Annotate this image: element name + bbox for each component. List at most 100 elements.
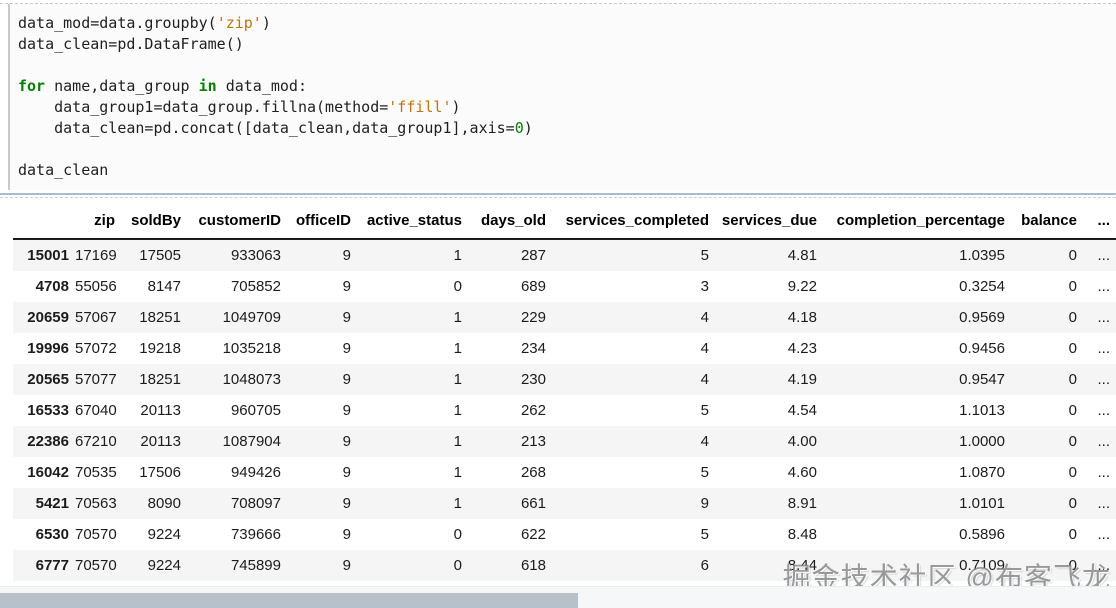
table-cell: 9: [342, 495, 351, 512]
table-cell: 739666: [230, 526, 281, 543]
table-cell: 268: [520, 464, 546, 481]
table-cell: 4: [700, 340, 709, 357]
table-cell: 0: [1068, 402, 1077, 419]
row-index: 6530: [35, 526, 69, 543]
table-cell: 1087904: [222, 433, 281, 450]
column-header: soldBy: [121, 198, 187, 240]
table-cell: 0.9456: [959, 340, 1005, 357]
table-row: 22386 67210 20113 1087904 9 1 213 4 4.00 1.0000 0.…: [13, 426, 1116, 457]
table-cell: 0: [453, 526, 462, 543]
table-cell: 8147: [147, 278, 181, 295]
table-cell: 0.9547: [959, 371, 1005, 388]
table-cell: ...: [1097, 433, 1110, 450]
table-cell: 1.0000: [959, 433, 1005, 450]
table-cell: 9: [342, 402, 351, 419]
table-cell: 4.54: [787, 402, 817, 419]
table-cell: 0: [453, 278, 462, 295]
table-row: 19996 57072 19218 1035218 9 1 234 4 4.23 0.9456 0.…: [13, 333, 1116, 364]
table-cell: 287: [520, 247, 546, 264]
dataframe-table: zip soldBy customerID officeID active_status…: [13, 198, 1116, 581]
table-row: 16042 70535 17506 949426 9 1 268 5 4.60 1.0870 0..…: [13, 457, 1116, 488]
table-cell: 1: [453, 247, 462, 264]
table-row: 16533 67040 20113 960705 9 1 262 5 4.54 1.1013 0..…: [13, 395, 1116, 426]
column-header: zip: [75, 198, 121, 240]
code-line: for name,data_group in data_mod:: [18, 76, 1106, 97]
table-cell: 67210: [75, 433, 117, 450]
table-cell: 0: [1068, 495, 1077, 512]
code-token: ): [523, 119, 533, 137]
table-cell: 1: [453, 309, 462, 326]
row-index: 16042: [27, 464, 69, 481]
table-cell: 70563: [75, 495, 117, 512]
table-cell: 618: [520, 557, 546, 574]
table-cell: 960705: [230, 402, 281, 419]
table-cell: 9: [342, 526, 351, 543]
table-cell: 949426: [230, 464, 281, 481]
code-token: data_clean: [18, 161, 109, 179]
table-cell: 1: [453, 402, 462, 419]
table-cell: 4: [700, 433, 709, 450]
table-cell: 9: [342, 433, 351, 450]
table-cell: 70535: [75, 464, 117, 481]
row-index: 16533: [27, 402, 69, 419]
column-header: officeID: [287, 198, 357, 240]
table-cell: 6: [700, 557, 709, 574]
code-token: data_mod=data.groupby(: [18, 14, 217, 32]
table-cell: 9224: [147, 526, 181, 543]
table-cell: 229: [520, 309, 546, 326]
table-cell: 8090: [147, 495, 181, 512]
code-token: ): [261, 14, 271, 32]
column-header: days_old: [468, 198, 552, 240]
row-index: 6777: [35, 557, 69, 574]
table-cell: 20113: [140, 402, 181, 419]
table-cell: 1035218: [222, 340, 281, 357]
table-cell: 55056: [75, 278, 117, 295]
table-body: 15001 17169 17505 933063 9 1 287 5 4.81 1.0395 0..…: [13, 239, 1116, 581]
code-token: 'zip': [216, 14, 262, 32]
column-header: [13, 198, 75, 240]
code-token: data_clean=pd.concat([data_clean,data_gr…: [18, 119, 515, 137]
table-cell: 5: [700, 247, 709, 264]
table-cell: 234: [520, 340, 546, 357]
table-cell: 8.91: [787, 495, 817, 512]
code-token: 0: [514, 119, 524, 137]
table-cell: 933063: [230, 247, 281, 264]
table-cell: 9: [342, 340, 351, 357]
table-cell: 57077: [75, 371, 117, 388]
table-cell: 57067: [75, 309, 117, 326]
table-cell: 4.00: [787, 433, 817, 450]
table-cell: ...: [1097, 309, 1110, 326]
table-cell: 57072: [75, 340, 117, 357]
table-cell: 1: [453, 464, 462, 481]
table-cell: 9: [342, 278, 351, 295]
horizontal-scrollbar-thumb[interactable]: [0, 593, 578, 608]
table-cell: 19218: [139, 340, 181, 357]
code-token: for: [18, 77, 46, 95]
table-cell: 9.22: [787, 278, 817, 295]
table-cell: 9: [342, 247, 351, 264]
code-line: data_clean: [18, 160, 1106, 181]
table-cell: 0: [1068, 433, 1077, 450]
table-cell: ...: [1097, 557, 1110, 574]
row-index: 20659: [27, 309, 69, 326]
table-cell: 1.0870: [959, 464, 1005, 481]
column-header: customerID: [187, 198, 287, 240]
table-cell: 9: [342, 371, 351, 388]
table-cell: 0: [1068, 278, 1077, 295]
table-cell: 70570: [75, 526, 117, 543]
table-cell: 3: [700, 278, 709, 295]
code-cell[interactable]: data_mod=data.groupby('zip') data_clean=p…: [8, 4, 1116, 190]
table-cell: ...: [1097, 247, 1110, 264]
table-cell: 4: [700, 371, 709, 388]
table-cell: 9: [342, 464, 351, 481]
code-token: data_group1=data_group.fillna(method=: [18, 98, 389, 116]
table-cell: 5: [700, 526, 709, 543]
row-index: 19996: [27, 340, 69, 357]
table-row: 20659 57067 18251 1049709 9 1 229 4 4.18 0.9569 0.…: [13, 302, 1116, 333]
table-cell: ...: [1097, 371, 1110, 388]
table-row: 6530 70570 9224 739666 9 0 622 5 8.48 0.5896 0...: [13, 519, 1116, 550]
table-cell: 5: [700, 402, 709, 419]
code-line: data_clean=pd.DataFrame(): [18, 34, 1106, 55]
